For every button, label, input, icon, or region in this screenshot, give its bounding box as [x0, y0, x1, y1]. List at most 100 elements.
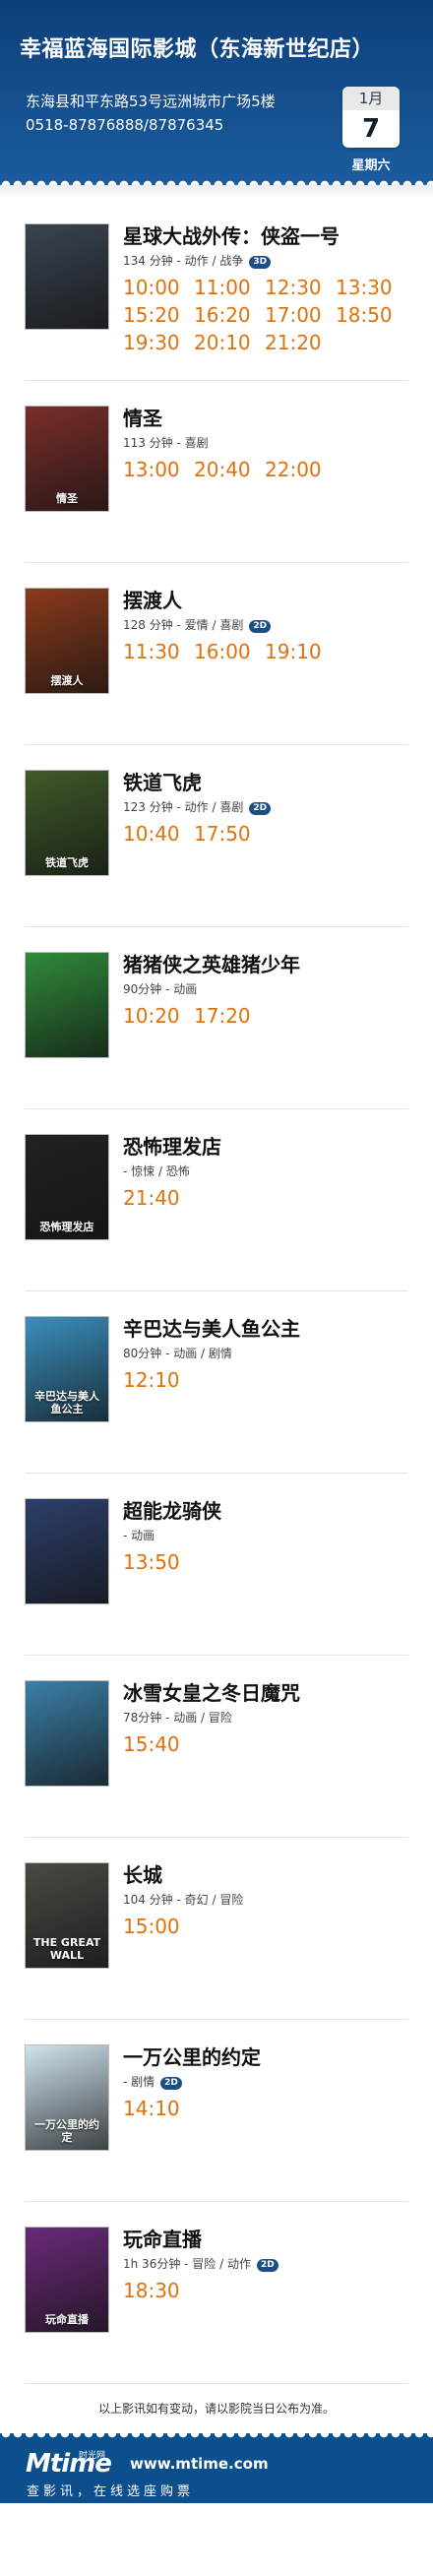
cinema-name: 幸福蓝海国际影城（东海新世纪店） [20, 37, 375, 62]
movie-poster[interactable]: 恐怖理发店 [25, 1134, 109, 1240]
ticket-edge [0, 177, 433, 185]
showtime[interactable]: 22:00 [265, 457, 336, 482]
mtime-logo[interactable]: Mtime 时光网 [26, 2450, 112, 2478]
movie-poster[interactable]: 铁道飞虎 [25, 770, 109, 876]
showtime-list: 13:00 20:40 22:00 [123, 457, 408, 482]
movie-info: 长城 104 分钟 - 奇幻 / 冒险 15:00 [123, 1863, 408, 1939]
movie-poster[interactable]: 摆渡人 [25, 588, 109, 694]
showtime[interactable]: 10:00 [123, 275, 194, 300]
poster-title-art: THE GREAT WALL [32, 1936, 101, 1962]
showtime[interactable]: 11:30 [123, 639, 194, 664]
schedule-notice: 以上影讯如有变动，请以影院当日公布为准。 [97, 2402, 335, 2416]
movie-title[interactable]: 摆渡人 [123, 589, 408, 612]
showtime[interactable]: 20:10 [194, 330, 265, 355]
movie-poster[interactable] [25, 952, 109, 1058]
movie-poster[interactable]: 玩命直播 [25, 2227, 109, 2333]
showtime[interactable]: 17:50 [194, 821, 265, 847]
showtime[interactable]: 15:20 [123, 302, 194, 328]
movie-poster[interactable]: 辛巴达与美人鱼公主 [25, 1316, 109, 1422]
movie-title[interactable]: 长城 [123, 1863, 408, 1887]
showtime[interactable]: 15:40 [123, 1731, 194, 1757]
movie-meta-text: - 惊悚 / 恐怖 [123, 1164, 190, 1178]
showtime[interactable]: 20:40 [194, 457, 265, 482]
movie-item[interactable]: 一万公里的约定 一万公里的约定 - 剧情 2D 14:10 [25, 2020, 408, 2202]
ticket-edge-footer [0, 2433, 433, 2440]
showtime[interactable]: 11:00 [194, 275, 265, 300]
movie-item[interactable]: 情圣 情圣 113 分钟 - 喜剧 13:00 20:40 22:00 [25, 381, 408, 563]
showtime[interactable]: 21:20 [265, 330, 336, 355]
movie-title[interactable]: 一万公里的约定 [123, 2045, 408, 2069]
movie-item[interactable]: THE GREAT WALL 长城 104 分钟 - 奇幻 / 冒险 15:00 [25, 1838, 408, 2020]
showtime[interactable]: 17:20 [194, 1003, 265, 1029]
movie-poster[interactable]: THE GREAT WALL [25, 1862, 109, 1969]
showtime[interactable]: 14:10 [123, 2096, 194, 2121]
movie-title[interactable]: 超能龙骑侠 [123, 1499, 408, 1523]
showtime[interactable]: 18:50 [336, 302, 406, 328]
movie-poster[interactable]: 情圣 [25, 406, 109, 512]
movie-meta: 104 分钟 - 奇幻 / 冒险 [123, 1892, 408, 1908]
showtime-list: 13:50 [123, 1549, 408, 1575]
page-footer: Mtime 时光网 www.mtime.com 查影讯，在线选座购票 [0, 2433, 433, 2503]
movie-item[interactable]: 星球大战外传：侠盗一号 134 分钟 - 动作 / 战争 3D 10:00 11:00 1… [25, 199, 408, 381]
movie-title[interactable]: 辛巴达与美人鱼公主 [123, 1317, 408, 1341]
showtime[interactable]: 17:00 [265, 302, 336, 328]
showtime[interactable]: 18:30 [123, 2278, 194, 2303]
showtime[interactable]: 15:00 [123, 1914, 194, 1939]
mtime-url-link[interactable]: www.mtime.com [130, 2455, 269, 2473]
showtime-list: 18:30 [123, 2278, 408, 2303]
showtime-list: 12:10 [123, 1367, 408, 1393]
showtime[interactable]: 19:10 [265, 639, 336, 664]
showtime[interactable]: 13:50 [123, 1549, 194, 1575]
movie-item[interactable]: 超能龙骑侠 - 动画 13:50 [25, 1474, 408, 1656]
movie-meta: 123 分钟 - 动作 / 喜剧 2D [123, 799, 408, 815]
movie-title[interactable]: 铁道飞虎 [123, 771, 408, 794]
movie-info: 玩命直播 1h 36分钟 - 冒险 / 动作 2D 18:30 [123, 2228, 408, 2303]
movie-poster[interactable] [25, 1498, 109, 1604]
movie-meta-text: 1h 36分钟 - 冒险 / 动作 [123, 2257, 251, 2271]
movie-item[interactable]: 辛巴达与美人鱼公主 辛巴达与美人鱼公主 80分钟 - 动画 / 剧情 12:10 [25, 1291, 408, 1474]
movie-poster[interactable] [25, 223, 109, 330]
movie-title[interactable]: 情圣 [123, 407, 408, 430]
movie-meta-text: 104 分钟 - 奇幻 / 冒险 [123, 1893, 244, 1907]
poster-title-art: 辛巴达与美人鱼公主 [34, 1390, 99, 1415]
showtime[interactable]: 21:40 [123, 1185, 194, 1211]
poster-title-art: 一万公里的约定 [34, 2118, 99, 2144]
movie-title[interactable]: 猪猪侠之英雄猪少年 [123, 953, 408, 976]
showtime[interactable]: 13:00 [123, 457, 194, 482]
showtime-list: 21:40 [123, 1185, 408, 1211]
cinema-phone[interactable]: 0518-87876888/87876345 [26, 116, 223, 134]
movie-item[interactable]: 猪猪侠之英雄猪少年 90分钟 - 动画 10:20 17:20 [25, 927, 408, 1109]
movie-meta-text: - 动画 [123, 1529, 155, 1542]
movie-item[interactable]: 摆渡人 摆渡人 128 分钟 - 爱情 / 喜剧 2D 11:30 16:00 19:10 [25, 563, 408, 745]
movie-title[interactable]: 恐怖理发店 [123, 1135, 408, 1159]
movie-poster[interactable]: 一万公里的约定 [25, 2044, 109, 2151]
movie-meta: 113 分钟 - 喜剧 [123, 435, 408, 451]
poster-title-art: 玩命直播 [45, 2313, 89, 2326]
movie-title[interactable]: 星球大战外传：侠盗一号 [123, 224, 408, 248]
showtime[interactable]: 10:20 [123, 1003, 194, 1029]
movie-meta-text: 134 分钟 - 动作 / 战争 [123, 254, 244, 268]
movie-meta-text: - 剧情 [123, 2075, 155, 2089]
showtime[interactable]: 16:00 [194, 639, 265, 664]
movie-title[interactable]: 冰雪女皇之冬日魔咒 [123, 1681, 408, 1705]
movie-info: 情圣 113 分钟 - 喜剧 13:00 20:40 22:00 [123, 407, 408, 482]
showtime[interactable]: 19:30 [123, 330, 194, 355]
showtime[interactable]: 16:20 [194, 302, 265, 328]
showtime-list: 10:40 17:50 [123, 821, 408, 847]
movie-meta: 134 分钟 - 动作 / 战争 3D [123, 253, 408, 269]
movie-poster[interactable] [25, 1680, 109, 1787]
showtime[interactable]: 10:40 [123, 821, 194, 847]
showtime[interactable]: 12:10 [123, 1367, 194, 1393]
movie-item[interactable]: 玩命直播 玩命直播 1h 36分钟 - 冒险 / 动作 2D 18:30 [25, 2202, 408, 2384]
showtime-list: 15:40 [123, 1731, 408, 1757]
movie-title[interactable]: 玩命直播 [123, 2228, 408, 2251]
movie-info: 辛巴达与美人鱼公主 80分钟 - 动画 / 剧情 12:10 [123, 1317, 408, 1393]
movie-meta: 80分钟 - 动画 / 剧情 [123, 1346, 408, 1361]
movie-item[interactable]: 恐怖理发店 恐怖理发店 - 惊悚 / 恐怖 21:40 [25, 1109, 408, 1291]
showtime[interactable]: 13:30 [336, 275, 406, 300]
movie-item[interactable]: 冰雪女皇之冬日魔咒 78分钟 - 动画 / 冒险 15:40 [25, 1656, 408, 1838]
showtime-list: 15:00 [123, 1914, 408, 1939]
movie-item[interactable]: 铁道飞虎 铁道飞虎 123 分钟 - 动作 / 喜剧 2D 10:40 17:50 [25, 745, 408, 927]
showtime[interactable]: 12:30 [265, 275, 336, 300]
movie-info: 冰雪女皇之冬日魔咒 78分钟 - 动画 / 冒险 15:40 [123, 1681, 408, 1757]
